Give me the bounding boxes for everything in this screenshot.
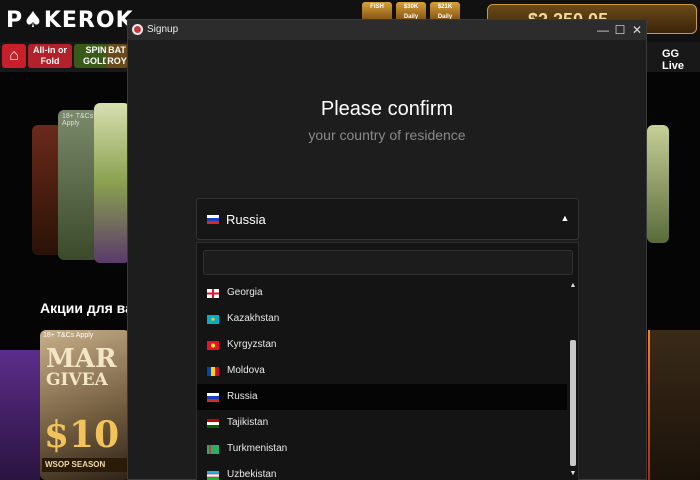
kyrgyzstan-flag-icon	[207, 341, 219, 350]
list-item-label: Kazakhstan	[227, 313, 280, 324]
window-titlebar[interactable]: Signup — ☐ ✕	[128, 20, 646, 40]
tajikistan-flag-icon	[207, 419, 219, 428]
country-list: Georgia Kazakhstan Kyrgyzstan Moldova Ru…	[197, 280, 567, 480]
list-item-label: Russia	[227, 391, 258, 402]
maximize-icon[interactable]: ☐	[612, 22, 628, 38]
app-root: P♠KEROK FISH $30K Daily $21K Daily $2,25…	[0, 0, 700, 480]
list-item-label: Moldova	[227, 365, 265, 376]
list-item-tajikistan[interactable]: Tajikistan	[197, 410, 567, 436]
page-title: Please confirm	[320, 98, 454, 120]
russia-flag-icon	[207, 393, 219, 402]
page-subtitle: your country of residence	[308, 127, 466, 143]
country-select[interactable]: Russia ▲	[196, 198, 579, 240]
russia-flag-icon	[207, 215, 219, 224]
promo-card-right[interactable]	[650, 330, 700, 480]
moldova-flag-icon	[207, 367, 219, 376]
signup-window: Signup — ☐ ✕ Please confirm your country…	[127, 19, 647, 480]
caret-up-icon[interactable]: ▲	[560, 213, 570, 223]
list-item-georgia[interactable]: Georgia	[197, 280, 567, 306]
promo-card-bg[interactable]	[647, 125, 669, 243]
pokerok-logo: P♠KEROK	[6, 8, 134, 33]
georgia-flag-icon	[207, 289, 219, 298]
game-tile-battle-royale[interactable]: BAT ROY	[106, 44, 128, 68]
kazakhstan-flag-icon	[207, 315, 219, 324]
selected-country-label: Russia	[226, 212, 266, 227]
window-title: Signup	[147, 24, 179, 35]
dropdown-scrollbar[interactable]: ▲ ▼	[568, 280, 578, 480]
list-item-turkmenistan[interactable]: Turkmenistan	[197, 436, 567, 462]
home-icon[interactable]: ⌂	[2, 44, 26, 68]
promo-footer: WSOP SEASON	[42, 458, 128, 472]
tnc-label: 18+ T&Cs Apply	[62, 113, 94, 127]
gg-live-link[interactable]: GG Live	[662, 48, 700, 72]
app-icon	[132, 24, 143, 35]
promo-card-bg[interactable]: 18+ T&Cs Apply	[58, 110, 98, 260]
turkmenistan-flag-icon	[207, 445, 219, 454]
country-dropdown: Georgia Kazakhstan Kyrgyzstan Moldova Ru…	[196, 242, 579, 480]
list-item-uzbekistan[interactable]: Uzbekistan	[197, 462, 567, 480]
promo-card-march-giveaway[interactable]: 18+ T&Cs Apply MAR GIVEA $10 WSOP SEASON	[40, 330, 130, 480]
promo-card-bg[interactable]	[94, 103, 130, 263]
list-item-moldova[interactable]: Moldova	[197, 358, 567, 384]
tnc-label: 18+ T&Cs Apply	[43, 332, 94, 339]
list-item-label: Uzbekistan	[227, 469, 277, 480]
list-item-label: Georgia	[227, 287, 263, 298]
scroll-down-icon[interactable]: ▼	[569, 470, 577, 478]
list-item-russia[interactable]: Russia	[197, 384, 567, 410]
list-item-kazakhstan[interactable]: Kazakhstan	[197, 306, 567, 332]
list-item-label: Turkmenistan	[227, 443, 288, 454]
list-item-label: Tajikistan	[227, 417, 269, 428]
uzbekistan-flag-icon	[207, 471, 219, 480]
promo-strip	[0, 350, 40, 480]
list-item-label: Kyrgyzstan	[227, 339, 277, 350]
promo-amount: $10	[44, 414, 120, 456]
game-tile-all-in-or-fold[interactable]: All-in or Fold	[28, 44, 72, 68]
country-search-input[interactable]	[203, 250, 573, 275]
scrollbar-thumb[interactable]	[570, 340, 576, 466]
scroll-up-icon[interactable]: ▲	[569, 282, 577, 290]
minimize-icon[interactable]: —	[595, 22, 611, 38]
close-icon[interactable]: ✕	[629, 22, 645, 38]
list-item-kyrgyzstan[interactable]: Kyrgyzstan	[197, 332, 567, 358]
promotions-heading: Акции для ва	[40, 300, 133, 316]
promo-text: GIVEA	[46, 370, 108, 390]
